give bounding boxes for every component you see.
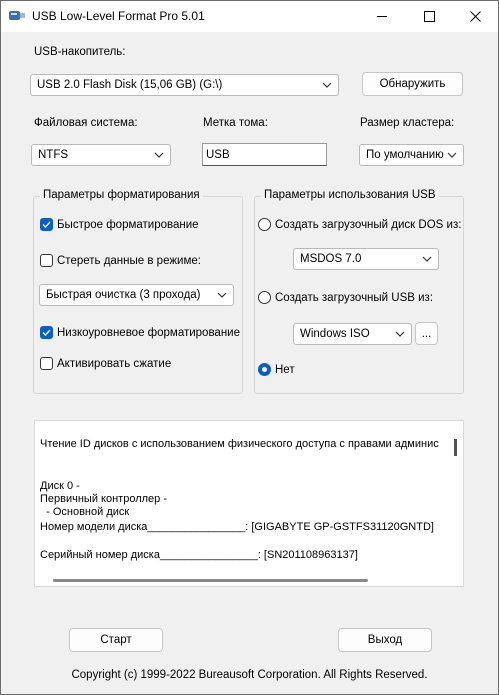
erase-data-label: Стереть данные в режиме: [57,254,201,267]
usb-params-title: Параметры использования USB [261,189,439,201]
app-window: USB Low-Level Format Pro 5.01 USB-накопи… [0,0,499,695]
maximize-icon [423,11,435,22]
usb-boot-label: Создать загрузочный USB из: [275,291,434,304]
erase-mode-select[interactable]: Быстрая очистка (3 прохода) [39,284,234,306]
chevron-down-icon [422,256,432,262]
none-label: Нет [275,363,295,376]
log-line: Номер модели диска________________: [GIG… [40,521,434,533]
dos-version-value: MSDOS 7.0 [300,253,362,265]
exit-button[interactable]: Выход [338,628,432,652]
log-line: Диск 0 - [40,480,80,492]
usb-drive-icon [9,11,25,20]
log-line: Серийный номер диска________________: [S… [40,549,358,561]
close-button[interactable] [452,1,498,32]
none-radio[interactable]: Нет [258,363,295,376]
log-vertical-scrollbar[interactable] [454,439,457,456]
log-line: Первичный контроллер - [40,493,167,505]
radio-unselected-icon [258,291,271,304]
cluster-size-select[interactable]: По умолчанию [359,144,464,166]
iso-source-value: Windows ISO [300,328,370,340]
start-button[interactable]: Старт [69,628,163,652]
dos-version-select[interactable]: MSDOS 7.0 [293,248,439,270]
chevron-down-icon [322,82,332,88]
quick-format-checkbox[interactable]: Быстрое форматирование [40,218,199,231]
iso-source-select[interactable]: Windows ISO [293,323,412,345]
drive-select-value: USB 2.0 Flash Disk (15,06 GB) (G:\) [37,79,223,91]
format-params-title: Параметры форматирования [40,189,203,201]
log-line: Чтение ID дисков с использованием физиче… [40,438,439,450]
erase-data-checkbox[interactable]: Стереть данные в режиме: [40,254,201,267]
log-output[interactable]: Чтение ID дисков с использованием физиче… [34,420,464,587]
compression-label: Активировать сжатие [57,357,172,370]
window-title: USB Low-Level Format Pro 5.01 [32,9,205,23]
detect-button[interactable]: Обнаружить [362,72,463,96]
browse-button[interactable]: ... [415,322,438,345]
drive-label: USB-накопитель: [34,46,126,58]
usb-boot-radio[interactable]: Создать загрузочный USB из: [258,291,433,304]
dos-boot-radio[interactable]: Создать загрузочный диск DOS из: [258,218,461,231]
close-icon [469,11,481,22]
dos-boot-label: Создать загрузочный диск DOS из: [275,218,462,231]
radio-unselected-icon [258,218,271,231]
log-line: - Основной диск [40,506,130,518]
filesystem-select[interactable]: NTFS [31,144,171,166]
volume-label-label: Метка тома: [203,117,268,129]
log-horizontal-scrollbar[interactable] [53,579,368,582]
compression-checkbox[interactable]: Активировать сжатие [40,357,171,370]
drive-select[interactable]: USB 2.0 Flash Disk (15,06 GB) (G:\) [30,74,339,96]
radio-selected-icon [258,363,271,376]
checkbox-unchecked-icon [40,357,53,370]
minimize-button[interactable] [359,1,405,32]
cluster-size-select-value: По умолчанию [366,149,444,161]
low-level-format-label: Низкоуровневое форматирование [57,326,240,339]
title-bar[interactable]: USB Low-Level Format Pro 5.01 [1,1,498,32]
filesystem-label: Файловая система: [34,117,138,129]
checkbox-checked-icon [40,218,53,231]
chevron-down-icon [217,292,227,298]
checkbox-checked-icon [40,326,53,339]
filesystem-select-value: NTFS [38,149,69,161]
maximize-button[interactable] [406,1,452,32]
copyright-text: Copyright (c) 1999-2022 Bureausoft Corpo… [71,669,428,681]
erase-mode-value: Быстрая очистка (3 прохода) [46,289,201,301]
chevron-down-icon [395,331,405,337]
chevron-down-icon [154,152,164,158]
low-level-format-checkbox[interactable]: Низкоуровневое форматирование [40,326,240,339]
minimize-icon [376,16,387,17]
quick-format-label: Быстрое форматирование [57,218,199,231]
checkbox-unchecked-icon [40,254,53,267]
chevron-down-icon [447,152,457,158]
volume-label-input[interactable]: USB [202,143,327,166]
cluster-size-label: Размер кластера: [360,117,455,129]
